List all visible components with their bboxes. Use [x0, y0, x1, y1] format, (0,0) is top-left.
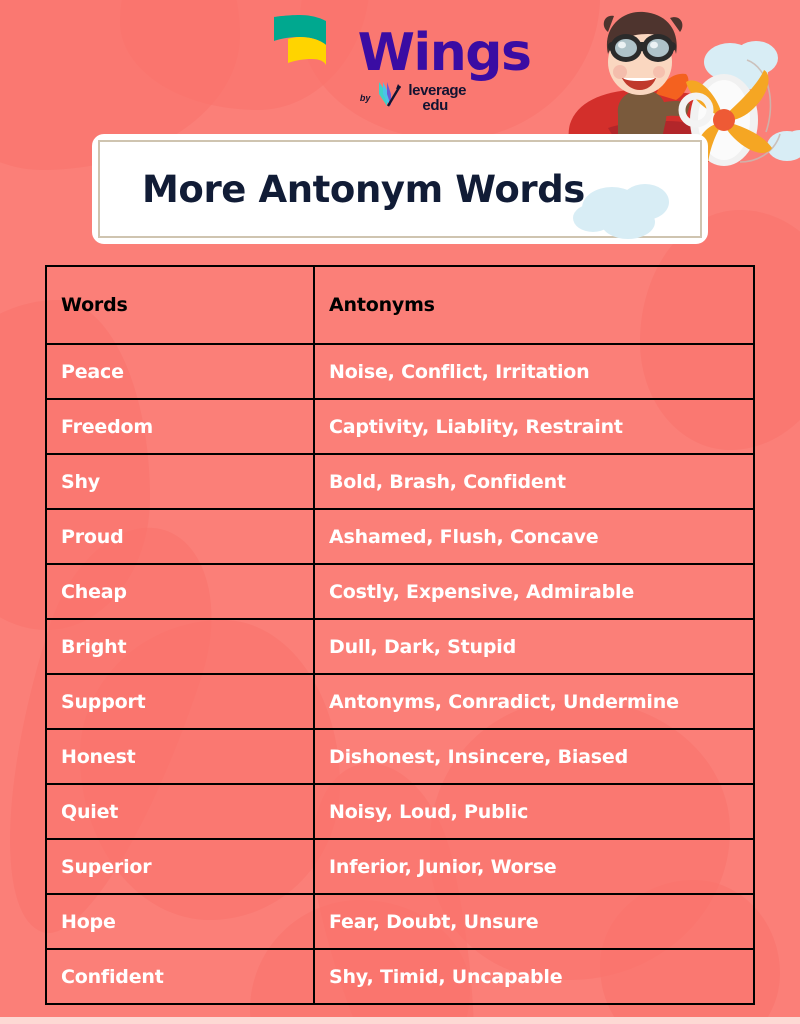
cell-word: Quiet — [45, 783, 315, 840]
antonyms-table: Words Antonyms Peace Noise, Conflict, Irr… — [45, 265, 755, 1005]
cell-word: Shy — [45, 453, 315, 510]
cell-word: Bright — [45, 618, 315, 675]
wings-swoosh-icon — [270, 11, 362, 78]
cell-antonyms: Noise, Conflict, Irritation — [313, 343, 755, 400]
cell-antonyms: Bold, Brash, Confident — [313, 453, 755, 510]
cell-word: Freedom — [45, 398, 315, 455]
table-row: Hope Fear, Doubt, Unsure — [45, 893, 755, 950]
cell-antonyms: Fear, Doubt, Unsure — [313, 893, 755, 950]
cell-word: Support — [45, 673, 315, 730]
cell-word: Confident — [45, 948, 315, 1005]
column-header-antonyms: Antonyms — [313, 265, 755, 345]
table-row: Confident Shy, Timid, Uncapable — [45, 948, 755, 1005]
cell-word: Hope — [45, 893, 315, 950]
cell-antonyms: Noisy, Loud, Public — [313, 783, 755, 840]
table-row: Support Antonyms, Conradict, Undermine — [45, 673, 755, 730]
infographic-page: Wings by leverage edu More Antonym Words… — [0, 0, 800, 1024]
table-row: Bright Dull, Dark, Stupid — [45, 618, 755, 675]
table-row: Honest Dishonest, Insincere, Biased — [45, 728, 755, 785]
table-row: Shy Bold, Brash, Confident — [45, 453, 755, 510]
page-title: More Antonym Words — [142, 167, 585, 211]
cell-antonyms: Inferior, Junior, Worse — [313, 838, 755, 895]
cell-word: Cheap — [45, 563, 315, 620]
cell-antonyms: Dishonest, Insincere, Biased — [313, 728, 755, 785]
brand-name: Wings — [357, 22, 532, 83]
cell-antonyms: Shy, Timid, Uncapable — [313, 948, 755, 1005]
table-row: Superior Inferior, Junior, Worse — [45, 838, 755, 895]
cell-word: Honest — [45, 728, 315, 785]
table-row: Freedom Captivity, Liablity, Restraint — [45, 398, 755, 455]
antonyms-table-container: Words Antonyms Peace Noise, Conflict, Irr… — [45, 265, 755, 1005]
leverage-edu-checkmark-icon — [376, 80, 402, 115]
cell-antonyms: Antonyms, Conradict, Undermine — [313, 673, 755, 730]
column-header-words: Words — [45, 265, 315, 345]
sub-brand-name: leverage edu — [408, 81, 467, 114]
cell-word: Superior — [45, 838, 315, 895]
cell-antonyms: Costly, Expensive, Admirable — [313, 563, 755, 620]
title-banner: More Antonym Words — [92, 134, 708, 244]
cell-antonyms: Ashamed, Flush, Concave — [313, 508, 755, 565]
cell-antonyms: Captivity, Liablity, Restraint — [313, 398, 755, 455]
cell-word: Proud — [45, 508, 315, 565]
table-header-row: Words Antonyms — [45, 265, 755, 345]
table-row: Peace Noise, Conflict, Irritation — [45, 343, 755, 400]
bottom-edge-strip — [0, 1017, 800, 1024]
table-row: Cheap Costly, Expensive, Admirable — [45, 563, 755, 620]
cell-antonyms: Dull, Dark, Stupid — [313, 618, 755, 675]
table-row: Quiet Noisy, Loud, Public — [45, 783, 755, 840]
by-label: by — [359, 92, 371, 103]
cell-word: Peace — [45, 343, 315, 400]
table-row: Proud Ashamed, Flush, Concave — [45, 508, 755, 565]
